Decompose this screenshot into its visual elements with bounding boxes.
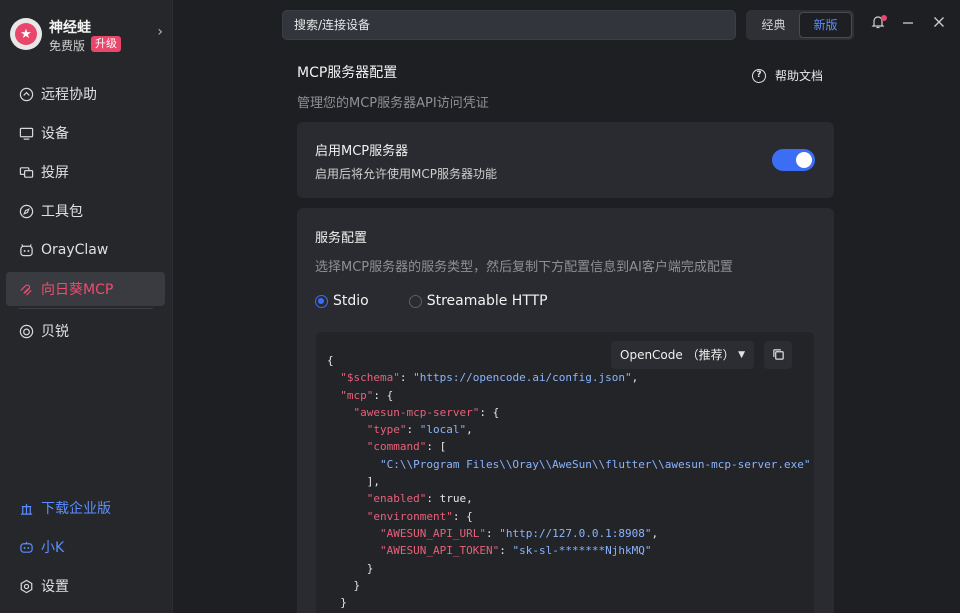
profile-card[interactable]: ★ 神经蛙 免费版 升级 › — [10, 16, 165, 54]
radio-stdio[interactable]: Stdio — [315, 293, 369, 309]
upgrade-button[interactable]: 升级 — [91, 36, 121, 52]
service-config-desc: 选择MCP服务器的服务类型，然后复制下方配置信息到AI客户端完成配置 — [315, 260, 733, 275]
sidebar-item-mcp[interactable]: 向日葵MCP — [6, 272, 165, 306]
oray-icon — [18, 323, 34, 339]
enable-mcp-desc: 启用后将允许使用MCP服务器功能 — [315, 167, 497, 181]
enable-mcp-card: 启用MCP服务器 启用后将允许使用MCP服务器功能 — [297, 122, 834, 198]
sidebar-item-oray[interactable]: 贝锐 — [6, 314, 165, 348]
notification-badge — [881, 15, 887, 21]
radio-dot — [315, 294, 328, 308]
sidebar-item-cast[interactable]: 投屏 — [6, 155, 165, 189]
sidebar: ★ 神经蛙 免费版 升级 › 远程协助 设备 投屏 工具包 OrayClaw 向… — [0, 0, 173, 613]
sidebar-item-label: OrayClaw — [41, 242, 109, 258]
view-switch: 经典 新版 — [746, 10, 854, 40]
page-subtitle: 管理您的MCP服务器API访问凭证 — [297, 96, 489, 111]
sidebar-item-label: 远程协助 — [41, 87, 97, 103]
sidebar-item-orayclaw[interactable]: OrayClaw — [6, 233, 165, 267]
enterprise-icon — [18, 500, 34, 516]
sidebar-item-label: 设置 — [41, 579, 69, 595]
star-icon: ★ — [15, 23, 37, 45]
robot-icon — [18, 539, 34, 555]
minimize-icon[interactable] — [899, 14, 917, 34]
chevron-right-icon[interactable]: › — [157, 24, 163, 40]
plan-label: 免费版 — [49, 39, 86, 53]
enable-mcp-title: 启用MCP服务器 — [315, 144, 409, 159]
sidebar-item-label: 小K — [41, 540, 65, 556]
sidebar-item-devices[interactable]: 设备 — [6, 116, 165, 150]
radio-label: Stdio — [333, 293, 369, 309]
close-icon[interactable] — [930, 14, 948, 34]
sidebar-item-label: 设备 — [41, 126, 69, 142]
sidebar-item-label: 工具包 — [41, 204, 83, 220]
radio-label: Streamable HTTP — [426, 293, 548, 309]
radio-dot — [408, 294, 422, 308]
compass-icon — [18, 203, 34, 219]
radio-streamable-http[interactable]: Streamable HTTP — [408, 293, 548, 309]
remote-assist-icon — [18, 86, 34, 102]
sidebar-item-label: 向日葵MCP — [41, 282, 114, 298]
copy-button[interactable] — [764, 341, 792, 369]
settings-icon — [18, 578, 34, 594]
search-input[interactable]: 搜索/连接设备 — [282, 10, 736, 40]
toggle-knob — [796, 152, 812, 168]
main-nav: 远程协助 设备 投屏 工具包 OrayClaw 向日葵MCP — [6, 77, 165, 306]
config-json: { "$schema": "https://opencode.ai/config… — [327, 354, 811, 610]
classic-view-button[interactable]: 经典 — [748, 12, 799, 38]
sidebar-item-toolkit[interactable]: 工具包 — [6, 194, 165, 228]
claw-icon — [18, 242, 34, 258]
sidebar-item-settings[interactable]: 设置 — [6, 569, 165, 603]
service-config-card: 服务配置 选择MCP服务器的服务类型，然后复制下方配置信息到AI客户端完成配置 … — [297, 208, 834, 613]
nav-divider — [18, 308, 153, 309]
sidebar-item-label: 下载企业版 — [41, 501, 111, 517]
bottom-nav: 下载企业版 小K 设置 — [6, 491, 165, 603]
page-title: MCP服务器配置 — [297, 65, 398, 81]
new-view-button[interactable]: 新版 — [799, 12, 852, 38]
mcp-icon — [18, 281, 34, 297]
service-type-radio-group: Stdio Streamable HTTP — [315, 293, 588, 309]
sidebar-item-label: 贝锐 — [41, 324, 69, 340]
sidebar-item-label: 投屏 — [41, 165, 69, 181]
client-select-value: OpenCode （推荐） — [620, 348, 735, 362]
sidebar-item-enterprise[interactable]: 下载企业版 — [6, 491, 165, 525]
help-docs-link[interactable]: ? 帮助文档 — [752, 67, 823, 84]
monitor-icon — [18, 125, 34, 141]
caret-down-icon: ▼ — [738, 350, 745, 360]
username: 神经蛙 — [49, 20, 91, 36]
service-config-title: 服务配置 — [315, 231, 368, 246]
cast-screen-icon — [18, 164, 34, 180]
copy-icon — [772, 346, 785, 365]
avatar[interactable]: ★ — [10, 18, 42, 50]
question-icon: ? — [752, 68, 766, 83]
enable-mcp-toggle[interactable] — [772, 149, 815, 171]
help-docs-label: 帮助文档 — [775, 69, 824, 83]
sidebar-item-remote-assist[interactable]: 远程协助 — [6, 77, 165, 111]
sidebar-item-xiaok[interactable]: 小K — [6, 530, 165, 564]
secondary-nav: 贝锐 — [6, 314, 165, 348]
config-code-block[interactable]: { "$schema": "https://opencode.ai/config… — [316, 332, 814, 613]
client-select[interactable]: OpenCode （推荐） ▼ — [611, 341, 754, 369]
